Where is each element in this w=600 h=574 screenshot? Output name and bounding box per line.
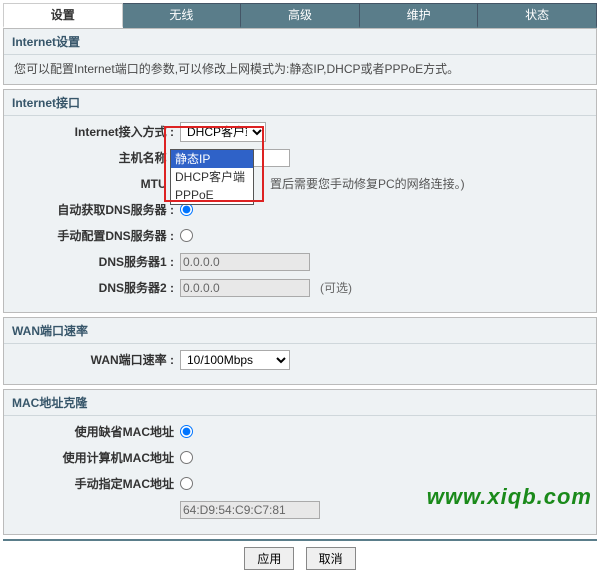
label-mac-default: 使用缺省MAC地址: [14, 423, 180, 440]
dropdown-option-static[interactable]: 静态IP: [171, 150, 253, 168]
radio-mac-pc[interactable]: [180, 451, 193, 464]
panel-title-mac: MAC地址克隆: [4, 390, 596, 416]
tab-status[interactable]: 状态: [478, 3, 597, 28]
label-auto-dns: 自动获取DNS服务器 :: [14, 201, 180, 218]
tab-advanced[interactable]: 高级: [241, 3, 360, 28]
panel-internet-settings: Internet设置 您可以配置Internet端口的参数,可以修改上网模式为:…: [3, 28, 597, 85]
label-dns2: DNS服务器2 :: [14, 279, 180, 296]
apply-button[interactable]: 应用: [244, 547, 294, 570]
dropdown-option-pppoe[interactable]: PPPoE: [171, 186, 253, 204]
tab-wireless[interactable]: 无线: [123, 3, 242, 28]
dropdown-option-dhcp[interactable]: DHCP客户端: [171, 168, 253, 186]
label-mtu: MTU :: [14, 177, 180, 191]
panel-title-internet: Internet设置: [4, 29, 596, 55]
input-dns1[interactable]: [180, 253, 310, 271]
label-wan-rate: WAN端口速率 :: [14, 351, 180, 368]
radio-auto-dns[interactable]: [180, 203, 193, 216]
watermark: www.xiqb.com: [427, 484, 592, 510]
action-buttons: 应用 取消: [0, 541, 600, 574]
panel-title-iface: Internet接口: [4, 90, 596, 116]
input-dns2[interactable]: [180, 279, 310, 297]
select-wan-rate[interactable]: 10/100Mbps: [180, 350, 290, 370]
panel-title-wan: WAN端口速率: [4, 318, 596, 344]
label-mac-manual: 手动指定MAC地址: [14, 475, 180, 492]
radio-manual-dns[interactable]: [180, 229, 193, 242]
radio-mac-default[interactable]: [180, 425, 193, 438]
cancel-button[interactable]: 取消: [306, 547, 356, 570]
radio-mac-manual[interactable]: [180, 477, 193, 490]
tab-settings[interactable]: 设置: [3, 3, 123, 28]
internet-desc: 您可以配置Internet端口的参数,可以修改上网模式为:静态IP,DHCP或者…: [14, 61, 586, 78]
panel-internet-iface: Internet接口 Internet接入方式 : DHCP客户端 主机名称 :…: [3, 89, 597, 313]
input-mac-address[interactable]: [180, 501, 320, 519]
main-tabs: 设置 无线 高级 维护 状态: [3, 3, 597, 28]
select-access-mode[interactable]: DHCP客户端: [180, 122, 266, 142]
mtu-note: 置后需要您手动修复PC的网络连接。): [270, 175, 465, 192]
label-dns1: DNS服务器1 :: [14, 253, 180, 270]
dns2-optional: (可选): [320, 279, 352, 296]
label-manual-dns: 手动配置DNS服务器 :: [14, 227, 180, 244]
panel-wan-rate: WAN端口速率 WAN端口速率 : 10/100Mbps: [3, 317, 597, 385]
label-mac-pc: 使用计算机MAC地址: [14, 449, 180, 466]
label-hostname: 主机名称 :: [14, 149, 180, 166]
label-access-mode: Internet接入方式 :: [14, 123, 180, 140]
tab-maintenance[interactable]: 维护: [360, 3, 479, 28]
dropdown-access-mode-open: 静态IP DHCP客户端 PPPoE: [170, 149, 254, 205]
